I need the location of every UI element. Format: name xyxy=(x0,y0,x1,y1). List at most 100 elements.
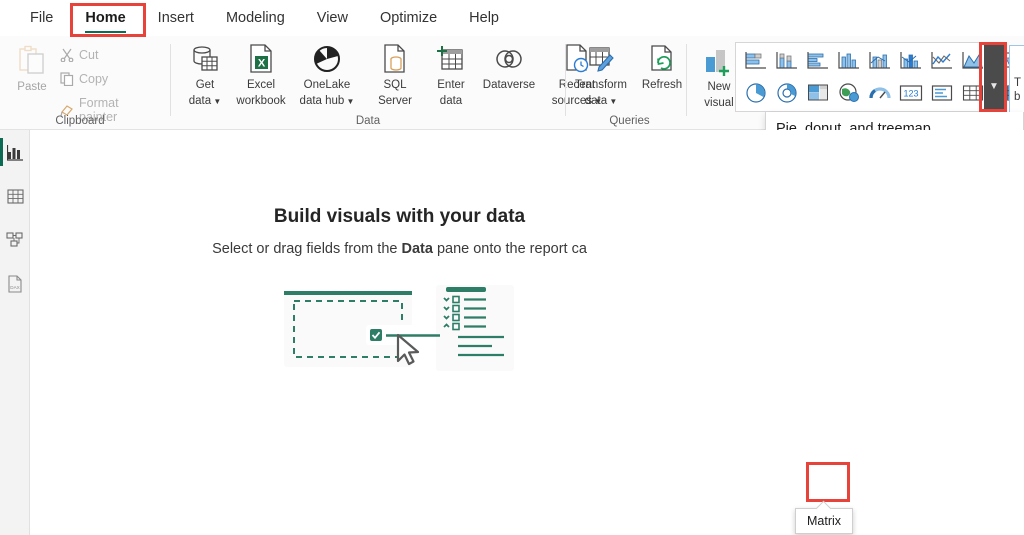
gallery-donut-chart-icon[interactable] xyxy=(771,77,802,108)
gallery-clustered-column-chart-icon[interactable] xyxy=(833,45,864,76)
dax-query-icon: DAX xyxy=(7,275,24,293)
empty-state-illustration xyxy=(280,285,520,385)
chevron-down-icon: ▼ xyxy=(211,97,222,106)
ribbon-separator-2 xyxy=(565,44,566,116)
sql-server-label-line1: SQL xyxy=(383,79,407,91)
gallery-stacked-bar-chart-icon[interactable] xyxy=(740,45,771,76)
copy-icon xyxy=(60,72,74,86)
refresh-icon xyxy=(647,42,677,76)
refresh-label: Refresh xyxy=(641,79,683,91)
empty-canvas-subtitle: Select or drag fields from the Data pane… xyxy=(212,241,587,257)
sidebar-item-table-view[interactable] xyxy=(0,174,30,218)
cut-button[interactable]: Cut xyxy=(60,48,98,62)
sql-server-icon xyxy=(380,42,410,76)
sidebar-item-report-view[interactable] xyxy=(0,130,30,174)
dataverse-label: Dataverse xyxy=(482,79,536,91)
excel-label-line2: workbook xyxy=(236,95,286,107)
table-grid-icon xyxy=(6,188,24,204)
get-data-label-line2: data ▼ xyxy=(188,95,222,107)
sql-server-button[interactable]: SQL Server xyxy=(364,42,426,108)
ribbon-group-queries: Transform data ▼ Refresh Queries xyxy=(567,36,692,130)
menu-item-help[interactable]: Help xyxy=(453,4,515,32)
cut-label: Cut xyxy=(79,48,99,62)
excel-workbook-button[interactable]: X Excel workbook xyxy=(230,42,292,108)
gallery-pie-chart-icon[interactable] xyxy=(740,77,771,108)
gallery-clustered-bar-chart-icon[interactable] xyxy=(802,45,833,76)
transform-data-button[interactable]: Transform data ▼ xyxy=(567,42,635,108)
report-bar-chart-icon xyxy=(6,144,24,161)
menu-item-home-label: Home xyxy=(85,10,126,26)
gallery-gauge-icon[interactable] xyxy=(864,77,895,108)
cutoff-panel-text: Tb xyxy=(1014,77,1022,103)
transform-data-label-line1: Transform xyxy=(575,79,627,91)
gallery-row-2: 123 xyxy=(740,77,1019,108)
gallery-100-stacked-column-chart-icon[interactable] xyxy=(895,45,926,76)
enter-data-button[interactable]: Enter data xyxy=(420,42,482,108)
enter-data-label-line2: data xyxy=(439,95,463,107)
active-tab-underline xyxy=(85,30,126,33)
get-data-button[interactable]: Get data ▼ xyxy=(174,42,236,108)
paste-label: Paste xyxy=(17,81,47,93)
gallery-stacked-column-chart-icon[interactable] xyxy=(771,45,802,76)
dataverse-icon xyxy=(492,42,526,76)
menu-item-optimize[interactable]: Optimize xyxy=(364,4,453,32)
gallery-multi-row-card-icon[interactable] xyxy=(926,77,957,108)
gallery-row-1 xyxy=(740,45,1019,76)
gallery-card-icon[interactable]: 123 xyxy=(895,77,926,108)
onelake-data-hub-icon xyxy=(311,42,343,76)
paste-icon xyxy=(17,44,47,78)
onelake-label-line1: OneLake xyxy=(303,79,351,91)
gallery-more-visuals-scroll[interactable]: ▼ xyxy=(984,45,1004,109)
onelake-label-line2: data hub ▼ xyxy=(299,95,355,107)
report-canvas[interactable]: Build visuals with your data Select or d… xyxy=(31,130,1024,535)
view-rail: DAX xyxy=(0,130,30,535)
ribbon-group-data: Get data ▼ X Excel workbook OneLake data… xyxy=(172,36,602,130)
menu-item-view[interactable]: View xyxy=(301,4,364,32)
menu-item-insert[interactable]: Insert xyxy=(142,4,210,32)
new-visual-label-line2: visual xyxy=(704,97,734,109)
menu-item-home[interactable]: Home xyxy=(69,4,141,33)
enter-data-icon xyxy=(435,42,467,76)
enter-data-label-line1: Enter xyxy=(437,79,465,91)
power-bi-window: File Home Insert Modeling View Optimize … xyxy=(0,0,1024,535)
gallery-line-chart-icon[interactable] xyxy=(926,45,957,76)
transform-data-label-line2: data ▼ xyxy=(584,95,618,107)
excel-label-line1: Excel xyxy=(246,79,276,91)
menu-item-modeling[interactable]: Modeling xyxy=(210,4,301,32)
gallery-map-icon[interactable] xyxy=(833,77,864,108)
cut-icon xyxy=(60,48,74,62)
get-data-icon xyxy=(189,42,221,76)
svg-text:X: X xyxy=(258,58,266,70)
copy-button[interactable]: Copy xyxy=(60,72,108,86)
paste-button[interactable]: Paste xyxy=(4,44,60,94)
sidebar-item-model-view[interactable] xyxy=(0,218,30,262)
new-visual-icon xyxy=(702,44,736,78)
dataverse-button[interactable]: Dataverse xyxy=(476,42,542,92)
chevron-down-icon: ▼ xyxy=(607,97,618,106)
empty-subtitle-bold: Data xyxy=(401,241,433,257)
gallery-100-stacked-bar-chart-icon[interactable] xyxy=(864,45,895,76)
visualizations-gallery: 123 ▼ xyxy=(735,42,1014,112)
matrix-tooltip: Matrix xyxy=(795,508,854,534)
empty-canvas-state: Build visuals with your data Select or d… xyxy=(31,130,768,535)
model-relationship-icon xyxy=(6,232,24,248)
empty-subtitle-pre: Select or drag fields from the xyxy=(212,241,402,257)
ribbon-group-label-clipboard: Clipboard xyxy=(55,115,105,127)
ribbon-group-clipboard: Paste Cut Copy Format painter Clipboard xyxy=(0,36,160,130)
svg-text:123: 123 xyxy=(903,88,918,98)
ribbon-separator-3 xyxy=(686,44,687,116)
copy-label: Copy xyxy=(79,72,109,86)
empty-subtitle-post: pane onto the report ca xyxy=(432,241,587,257)
sidebar-item-dax-query-view[interactable]: DAX xyxy=(0,262,30,306)
excel-workbook-icon: X xyxy=(246,42,276,76)
get-data-label-line1: Get xyxy=(195,79,215,91)
refresh-button[interactable]: Refresh xyxy=(633,42,691,92)
ribbon-separator-1 xyxy=(170,44,171,116)
chevron-down-icon: ▼ xyxy=(989,81,999,92)
gallery-treemap-icon[interactable] xyxy=(802,77,833,108)
svg-text:DAX: DAX xyxy=(10,285,19,290)
page-title: Build visuals with your data xyxy=(273,206,526,227)
new-visual-label-line1: New xyxy=(707,81,731,93)
onelake-data-hub-button[interactable]: OneLake data hub ▼ xyxy=(292,42,362,108)
menu-item-file[interactable]: File xyxy=(14,4,69,32)
